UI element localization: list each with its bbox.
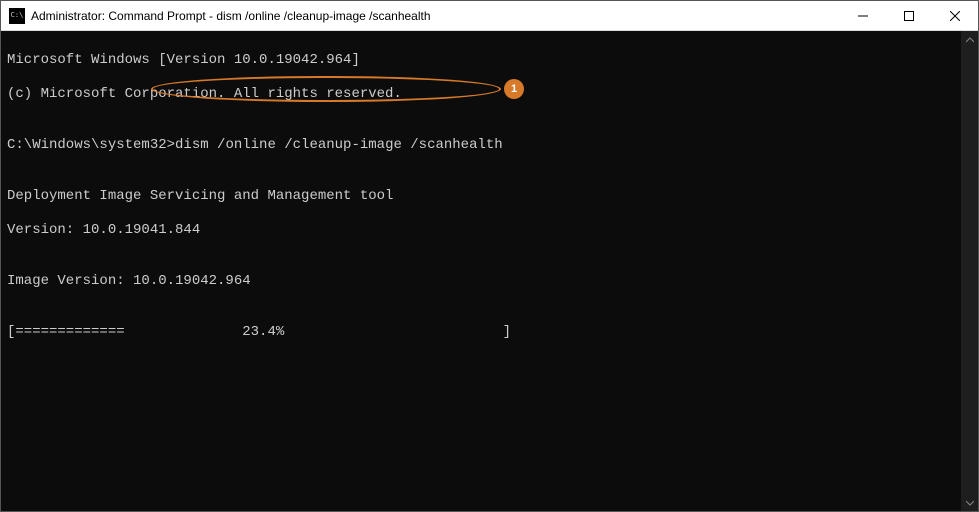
output-line: (c) Microsoft Corporation. All rights re…: [7, 86, 955, 103]
output-line: Microsoft Windows [Version 10.0.19042.96…: [7, 52, 955, 69]
output-line: Image Version: 10.0.19042.964: [7, 273, 955, 290]
minimize-icon: [858, 11, 868, 21]
prompt-prefix: C:\Windows\system32>: [7, 137, 175, 153]
chevron-up-icon: [966, 37, 974, 43]
close-button[interactable]: [932, 1, 978, 30]
window-controls: [840, 1, 978, 30]
scroll-down-button[interactable]: [961, 494, 978, 511]
terminal-output[interactable]: Microsoft Windows [Version 10.0.19042.96…: [1, 31, 961, 511]
output-line: Deployment Image Servicing and Managemen…: [7, 188, 955, 205]
cmd-icon: [9, 8, 25, 24]
vertical-scrollbar[interactable]: [961, 31, 978, 511]
output-line: Version: 10.0.19041.844: [7, 222, 955, 239]
client-area: Microsoft Windows [Version 10.0.19042.96…: [1, 31, 978, 511]
maximize-button[interactable]: [886, 1, 932, 30]
maximize-icon: [904, 11, 914, 21]
close-icon: [950, 11, 960, 21]
prompt-line: C:\Windows\system32>dism /online /cleanu…: [7, 137, 955, 154]
window-titlebar: Administrator: Command Prompt - dism /on…: [1, 1, 978, 31]
window-title: Administrator: Command Prompt - dism /on…: [31, 9, 840, 23]
scroll-up-button[interactable]: [961, 31, 978, 48]
progress-line: [============= 23.4% ]: [7, 324, 955, 341]
minimize-button[interactable]: [840, 1, 886, 30]
prompt-command: dism /online /cleanup-image /scanhealth: [175, 137, 503, 153]
chevron-down-icon: [966, 500, 974, 506]
